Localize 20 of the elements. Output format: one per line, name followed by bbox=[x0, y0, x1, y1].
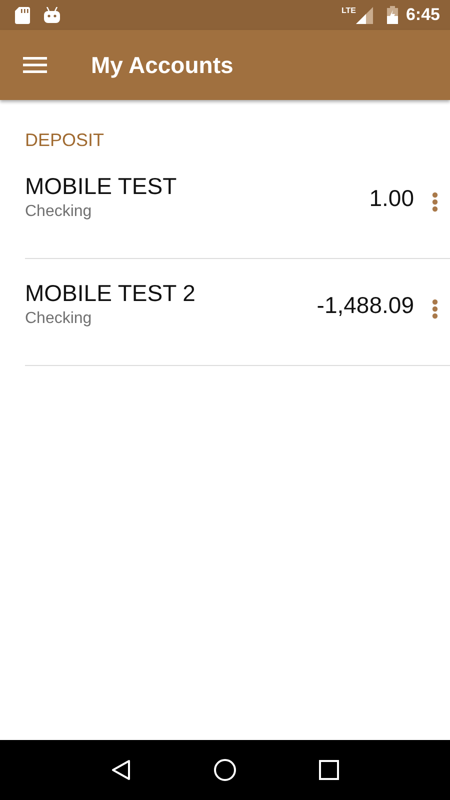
recents-icon[interactable] bbox=[319, 760, 339, 780]
clock: 6:45 bbox=[406, 5, 440, 25]
account-type: Checking bbox=[25, 203, 93, 221]
screen-title: My Accounts bbox=[91, 52, 234, 78]
android-icon bbox=[44, 6, 60, 24]
section-heading: DEPOSIT bbox=[25, 130, 106, 152]
network-type: LTE bbox=[341, 6, 356, 15]
account-name: MOBILE TEST bbox=[25, 172, 178, 200]
sd-card-icon bbox=[15, 6, 30, 24]
battery-icon bbox=[386, 6, 398, 24]
home-icon[interactable] bbox=[213, 758, 237, 782]
account-balance: 1.00 bbox=[369, 184, 414, 212]
signal-icon bbox=[356, 6, 373, 24]
more-icon[interactable] bbox=[432, 299, 438, 319]
menu-icon[interactable] bbox=[23, 56, 47, 74]
account-type: Checking bbox=[25, 310, 93, 328]
account-balance: -1,488.09 bbox=[316, 291, 414, 319]
more-icon[interactable] bbox=[432, 192, 438, 212]
back-icon[interactable] bbox=[111, 759, 131, 781]
account-name: MOBILE TEST 2 bbox=[25, 279, 196, 307]
